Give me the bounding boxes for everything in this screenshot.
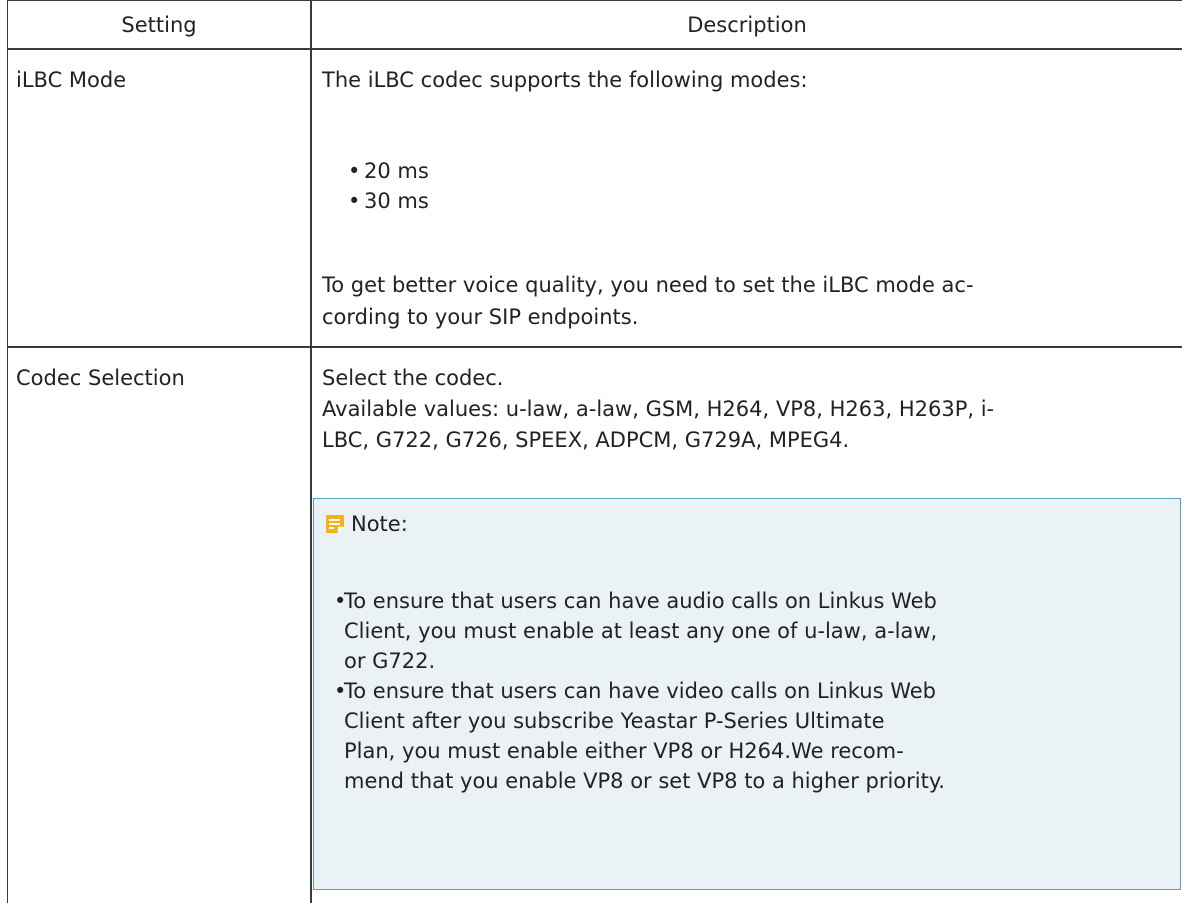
- list-item: To ensure that users can have video call…: [334, 676, 945, 796]
- setting-ilbc-mode: iLBC Mode: [16, 68, 127, 92]
- note-line: Plan, you must enable either VP8 or H264…: [344, 739, 904, 763]
- note-line: Client, you must enable at least any one…: [344, 619, 938, 643]
- note-line: Client after you subscribe Yeastar P-Ser…: [344, 709, 885, 733]
- note-line: or G722.: [344, 649, 436, 673]
- note-list: To ensure that users can have audio call…: [334, 586, 945, 796]
- note-icon: [326, 515, 344, 533]
- header-setting: Setting: [121, 13, 197, 37]
- header-divider: [8, 48, 1182, 50]
- codec-line: Available values: u-law, a-law, GSM, H26…: [322, 397, 995, 421]
- row-divider: [8, 346, 1182, 348]
- list-item: To ensure that users can have audio call…: [334, 586, 945, 676]
- setting-codec-selection: Codec Selection: [16, 366, 185, 390]
- ilbc-modes-list: 20 ms 30 ms: [348, 156, 429, 216]
- list-item: 20 ms: [348, 156, 429, 186]
- note-line: To ensure that users can have audio call…: [344, 589, 937, 613]
- note-line: mend that you enable VP8 or set VP8 to a…: [344, 769, 945, 793]
- note-line: To ensure that users can have video call…: [344, 679, 937, 703]
- note-title: Note:: [351, 512, 408, 536]
- codec-line: Select the codec.: [322, 366, 504, 390]
- column-divider: [310, 1, 312, 903]
- codec-line: LBC, G722, G726, SPEEX, ADPCM, G729A, MP…: [322, 428, 850, 452]
- ilbc-outro-line: To get better voice quality, you need to…: [322, 273, 974, 297]
- ilbc-intro: The iLBC codec supports the following mo…: [322, 68, 808, 92]
- note-box: Note: To ensure that users can have audi…: [313, 498, 1181, 890]
- header-description: Description: [687, 13, 807, 37]
- list-item: 30 ms: [348, 186, 429, 216]
- ilbc-outro-line: cording to your SIP endpoints.: [322, 305, 639, 329]
